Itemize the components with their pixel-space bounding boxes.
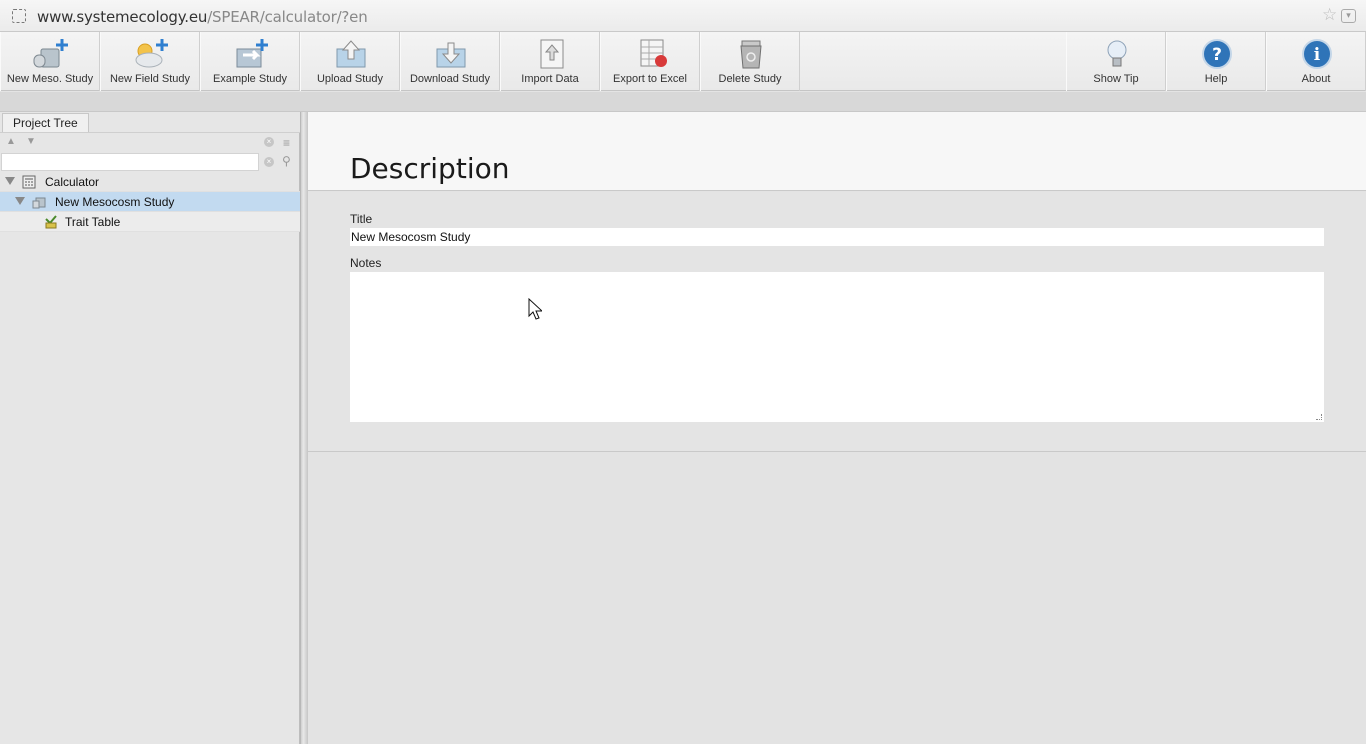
download-study-button[interactable]: Download Study [400, 32, 500, 91]
project-tree: Calculator New Mesocosm Study Trait Tabl… [0, 172, 300, 232]
import-data-button[interactable]: Import Data [500, 32, 600, 91]
list-menu-icon[interactable]: ≡ [283, 136, 290, 150]
export-excel-icon [640, 39, 667, 67]
project-tree-tabbar: Project Tree [0, 112, 300, 132]
move-up-icon[interactable]: ▲ [6, 136, 16, 147]
info-icon: i [1302, 39, 1332, 69]
svg-text:?: ? [1212, 45, 1222, 65]
page-title: Description [350, 152, 510, 185]
svg-text:i: i [1314, 45, 1321, 65]
help-button[interactable]: ? Help [1166, 32, 1266, 91]
export-to-excel-button[interactable]: Export to Excel [600, 32, 700, 91]
import-data-label: Import Data [521, 73, 579, 85]
show-tip-button[interactable]: Show Tip [1066, 32, 1166, 91]
move-down-icon[interactable]: ▼ [26, 136, 36, 147]
expand-toggle-icon[interactable] [15, 197, 25, 205]
tree-filter-input[interactable] [1, 153, 259, 171]
project-tree-panel: Project Tree ▲ ▼ × ≡ × ⚲ Calculator New … [0, 112, 300, 744]
expand-toggle-icon[interactable] [5, 177, 15, 185]
url-text[interactable]: www.systemecology.eu/SPEAR/calculator/?e… [37, 8, 368, 26]
upload-study-label: Upload Study [316, 73, 384, 85]
title-label: Title [350, 212, 373, 226]
browser-url-bar[interactable]: www.systemecology.eu/SPEAR/calculator/?e… [0, 0, 1366, 32]
import-data-icon [540, 39, 564, 69]
main-content: Description Title Notes [308, 112, 1366, 744]
title-input[interactable] [350, 228, 1324, 246]
description-header: Description [308, 112, 1366, 191]
tree-item-label: New Mesocosm Study [55, 195, 175, 209]
panel-splitter[interactable] [300, 112, 308, 744]
example-study-icon [236, 39, 268, 68]
upload-study-icon [336, 40, 366, 68]
delete-study-button[interactable]: Delete Study [700, 32, 800, 91]
url-host: www.systemecology.eu [37, 8, 208, 26]
export-to-excel-label: Export to Excel [613, 73, 687, 85]
tree-item-calculator[interactable]: Calculator [0, 172, 300, 192]
dropdown-menu-icon[interactable]: ▾ [1341, 9, 1356, 23]
show-tip-label: Show Tip [1093, 73, 1139, 85]
tree-tools: ▲ ▼ × ≡ [0, 132, 300, 152]
main-toolbar: New Meso. Study New Field Study Example … [0, 32, 1366, 91]
new-field-study-icon [135, 39, 168, 68]
about-button[interactable]: i About [1266, 32, 1366, 91]
tree-item-label: Calculator [45, 175, 100, 189]
description-form: Title Notes [308, 192, 1366, 452]
trait-table-icon [45, 215, 57, 229]
new-field-study-label: New Field Study [109, 73, 191, 85]
tree-item-trait-table[interactable]: Trait Table [0, 212, 300, 232]
new-mesocosm-study-icon [33, 39, 68, 68]
clear-filter-icon[interactable]: × [264, 156, 274, 167]
tree-filter-row: × ⚲ [0, 152, 300, 172]
clear-icon[interactable]: × [264, 136, 274, 147]
notes-textarea[interactable] [350, 272, 1324, 422]
new-meso-study-button[interactable]: New Meso. Study [0, 32, 100, 91]
tab-project-tree[interactable]: Project Tree [2, 113, 89, 132]
toolbar-divider-strip [0, 92, 1366, 112]
example-study-button[interactable]: Example Study [200, 32, 300, 91]
delete-study-icon [740, 40, 762, 69]
calculator-icon [22, 175, 36, 189]
tree-item-new-mesocosm-study[interactable]: New Mesocosm Study [0, 192, 300, 212]
help-icon: ? [1202, 39, 1232, 69]
tree-item-label: Trait Table [65, 215, 121, 229]
resize-grip-icon[interactable] [1316, 414, 1322, 420]
url-path: /SPEAR/calculator/?en [207, 8, 368, 26]
bookmark-star-icon[interactable]: ☆ [1322, 5, 1337, 25]
example-study-label: Example Study [213, 73, 287, 85]
download-study-icon [436, 42, 466, 68]
mesocosm-study-icon [32, 197, 46, 209]
search-icon[interactable]: ⚲ [282, 154, 291, 168]
download-study-label: Download Study [409, 73, 491, 85]
page-icon [12, 9, 26, 23]
about-label: About [1301, 73, 1331, 85]
new-meso-study-label: New Meso. Study [6, 73, 94, 85]
help-label: Help [1204, 73, 1228, 85]
lightbulb-icon [1107, 40, 1127, 67]
notes-label: Notes [350, 256, 382, 270]
upload-study-button[interactable]: Upload Study [300, 32, 400, 91]
new-field-study-button[interactable]: New Field Study [100, 32, 200, 91]
delete-study-label: Delete Study [718, 73, 782, 85]
